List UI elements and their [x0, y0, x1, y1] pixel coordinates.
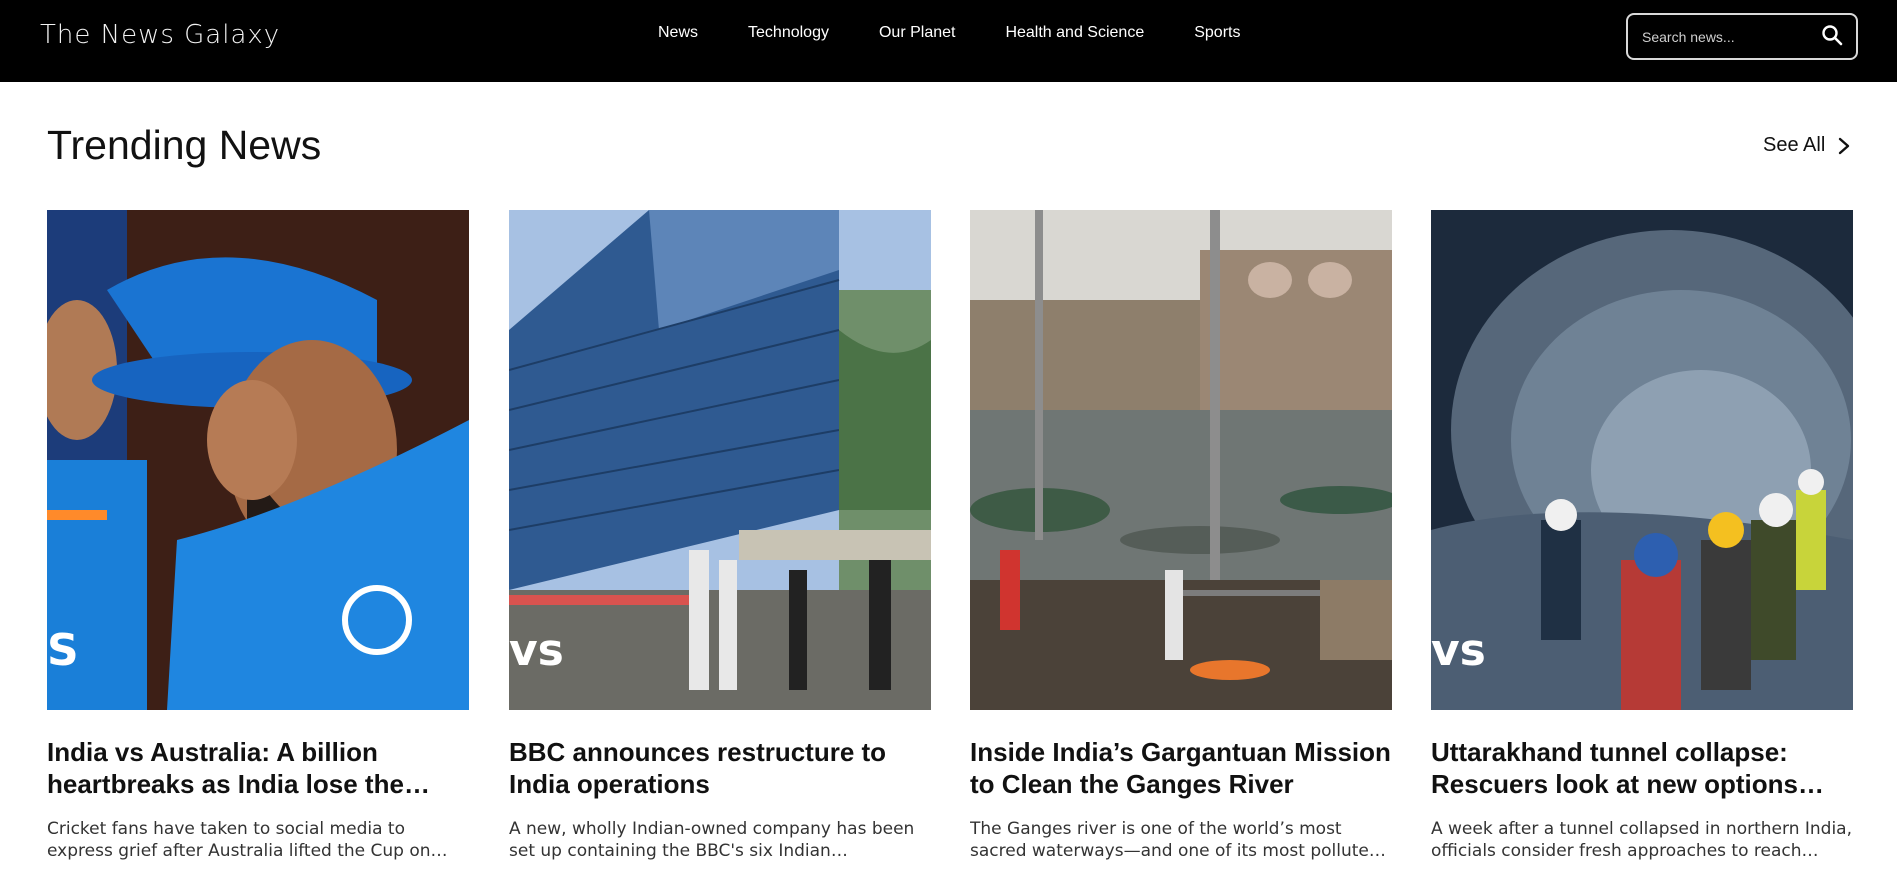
card-title[interactable]: Inside India’s Gargantuan Mission to Cle…: [970, 736, 1392, 800]
card-description: A week after a tunnel collapsed in north…: [1431, 819, 1852, 861]
image-watermark: vs: [509, 625, 564, 676]
nav-item-our-planet[interactable]: Our Planet: [879, 24, 955, 42]
image-watermark: vs: [1431, 625, 1486, 676]
tunnel-rescue-photo[interactable]: vs: [1431, 210, 1853, 710]
section-title: Trending News: [47, 122, 322, 168]
news-card[interactable]: vs Uttarakhand tunnel collapse: Rescuers…: [1431, 210, 1853, 862]
card-description: A new, wholly Indian-owned company has b…: [509, 819, 915, 861]
cricket-player-photo[interactable]: S: [47, 210, 469, 710]
nav-item-technology[interactable]: Technology: [748, 24, 829, 42]
nav-item-health-and-science[interactable]: Health and Science: [1005, 24, 1144, 42]
main-nav: News Technology Our Planet Health and Sc…: [658, 24, 1290, 42]
search-icon[interactable]: [1820, 23, 1844, 47]
card-description: Cricket fans have taken to social media …: [47, 819, 431, 861]
search-box: [1626, 13, 1858, 60]
search-input[interactable]: [1642, 27, 1812, 47]
ganges-river-ghat-photo[interactable]: [970, 210, 1392, 710]
card-title[interactable]: Uttarakhand tunnel collapse: Rescuers lo…: [1431, 736, 1853, 800]
site-logo[interactable]: The News Galaxy: [40, 20, 280, 50]
news-card[interactable]: S India vs Australia: A billion heartbre…: [47, 210, 469, 862]
nav-item-sports[interactable]: Sports: [1194, 24, 1240, 42]
see-all-label: See All: [1763, 134, 1826, 156]
card-description: The Ganges river is one of the world’s m…: [970, 819, 1386, 861]
chevron-right-icon: [1839, 137, 1850, 154]
nav-item-news[interactable]: News: [658, 24, 698, 42]
image-watermark: S: [47, 625, 79, 676]
card-title[interactable]: India vs Australia: A billion heartbreak…: [47, 736, 469, 800]
card-title[interactable]: BBC announces restructure to India opera…: [509, 736, 931, 800]
news-card[interactable]: vs BBC announces restructure to India op…: [509, 210, 931, 862]
top-navigation-bar: The News Galaxy News Technology Our Plan…: [0, 0, 1897, 82]
office-building-photo[interactable]: vs: [509, 210, 931, 710]
news-card[interactable]: Inside India’s Gargantuan Mission to Cle…: [970, 210, 1392, 862]
see-all-link[interactable]: See All: [1763, 134, 1851, 157]
